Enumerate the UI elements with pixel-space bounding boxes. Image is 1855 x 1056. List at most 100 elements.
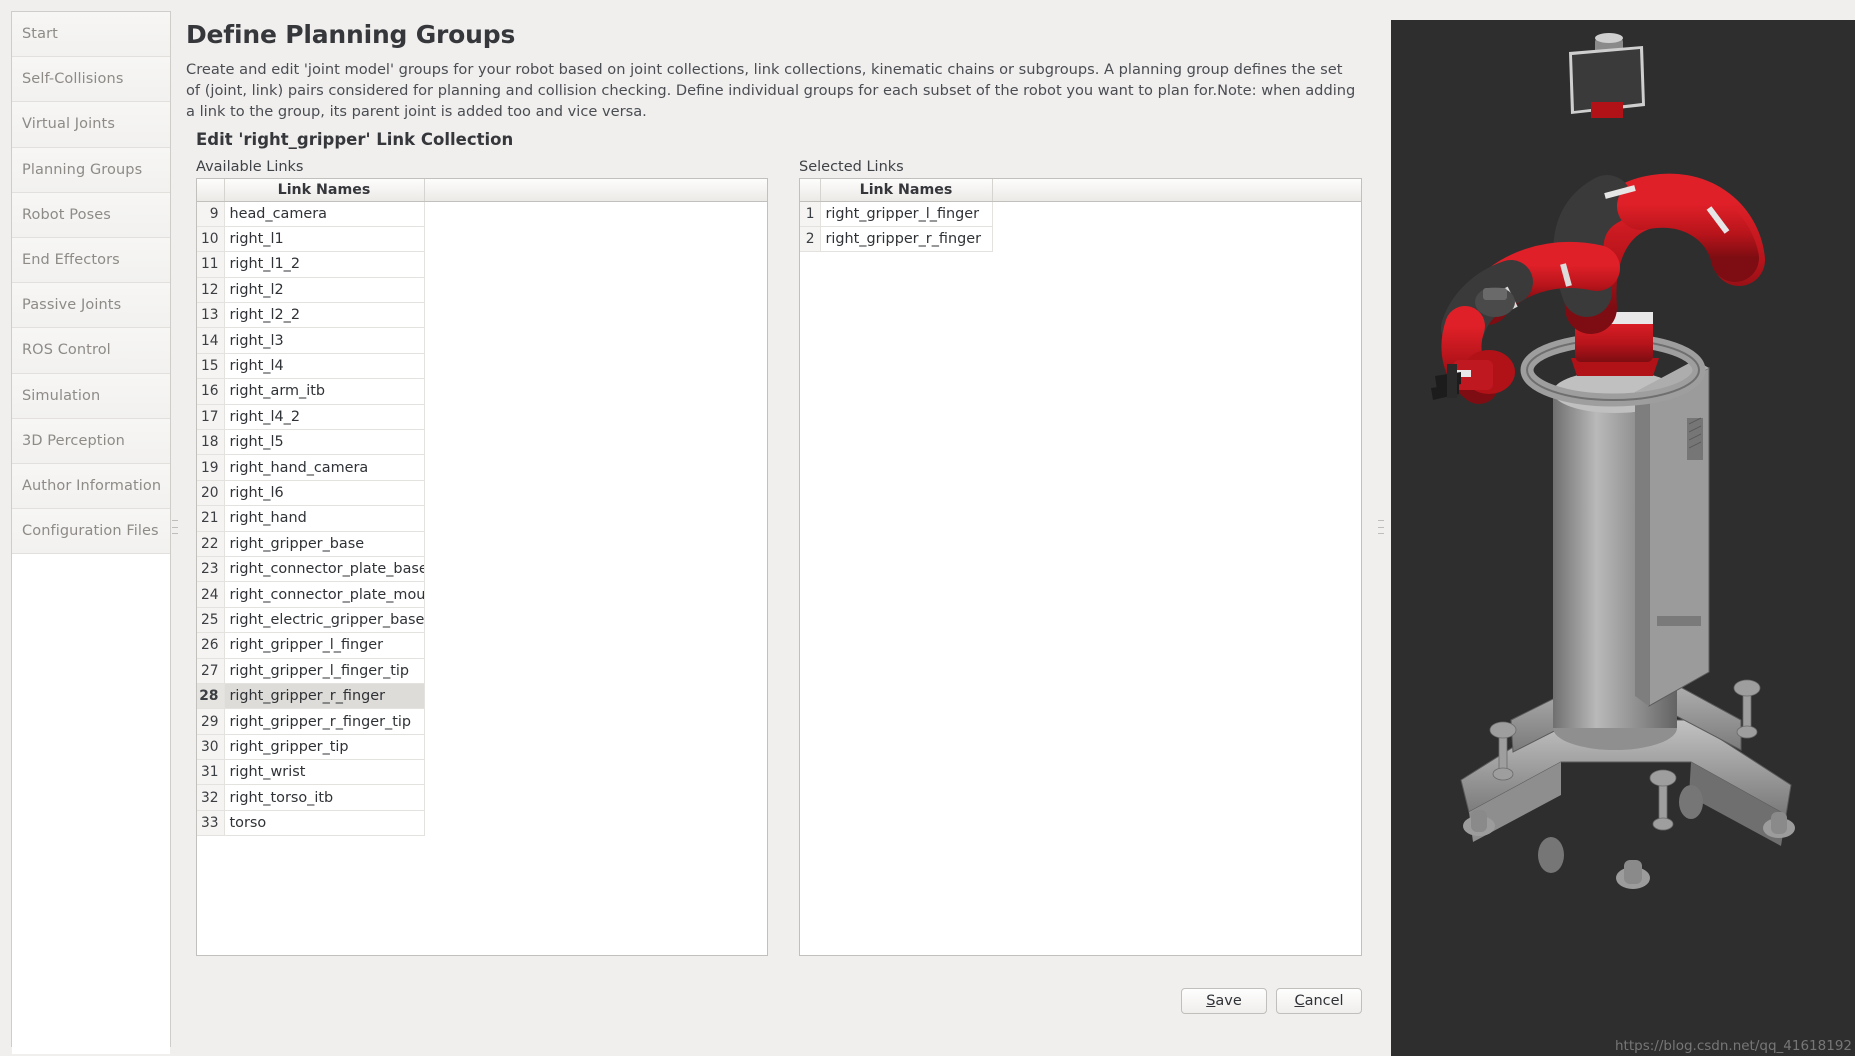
sidebar-item-ros-control[interactable]: ROS Control xyxy=(12,328,170,374)
page-description: Create and edit 'joint model' groups for… xyxy=(186,61,1356,120)
sidebar-item-author-information[interactable]: Author Information xyxy=(12,463,170,510)
table-row[interactable]: 20 right_l6 xyxy=(197,480,767,507)
table-row[interactable]: 14 right_l3 xyxy=(197,327,767,354)
sidebar-item-3d-perception[interactable]: 3D Perception xyxy=(12,418,170,464)
sidebar-item-self-collisions[interactable]: Self-Collisions xyxy=(12,57,170,103)
selected-links-table[interactable]: Link Names 1 right_gripper_l_finger 2 right… xyxy=(800,179,1361,253)
sidebar-splitter-handle[interactable] xyxy=(172,520,178,534)
link-name-cell[interactable]: right_gripper_r_finger xyxy=(820,226,993,253)
row-filler-cell xyxy=(424,378,767,405)
selected-links-panel[interactable]: Link Names 1 right_gripper_l_finger 2 right… xyxy=(799,178,1362,956)
sidebar-item-virtual-joints[interactable]: Virtual Joints xyxy=(12,102,170,148)
row-filler-cell xyxy=(424,531,767,557)
sidebar-item-robot-poses[interactable]: Robot Poses xyxy=(12,192,170,238)
link-name-cell[interactable]: right_torso_itb xyxy=(224,784,425,811)
table-row[interactable]: 15 right_l4 xyxy=(197,353,767,380)
row-number: 17 xyxy=(197,404,225,431)
link-name-cell[interactable]: right_gripper_l_finger xyxy=(224,632,425,659)
table-row[interactable]: 19 right_hand_camera xyxy=(197,454,767,481)
table-row[interactable]: 32 right_torso_itb xyxy=(197,784,767,811)
row-number: 20 xyxy=(197,480,225,507)
viewport-splitter-handle[interactable] xyxy=(1378,520,1384,534)
row-number: 26 xyxy=(197,632,225,659)
link-name-cell[interactable]: head_camera xyxy=(224,201,425,227)
watermark-text: https://blog.csdn.net/qq_41618192 xyxy=(1614,1038,1852,1054)
table-row[interactable]: 30 right_gripper_tip xyxy=(197,734,767,761)
link-name-cell[interactable]: right_gripper_tip xyxy=(224,734,425,761)
table-row[interactable]: 24 right_connector_plate_mount xyxy=(197,581,767,608)
link-name-cell[interactable]: right_l4_2 xyxy=(224,404,425,431)
table-row[interactable]: 13 right_l2_2 xyxy=(197,302,767,329)
sidebar-item-simulation[interactable]: Simulation xyxy=(12,373,170,419)
link-name-cell[interactable]: right_connector_plate_base xyxy=(224,556,425,583)
row-number-header xyxy=(197,179,225,202)
cancel-rest: ancel xyxy=(1304,993,1344,1009)
table-row[interactable]: 31 right_wrist xyxy=(197,759,767,786)
link-name-cell[interactable]: right_connector_plate_mount xyxy=(224,581,425,608)
robot-3d-viewport[interactable]: https://blog.csdn.net/qq_41618192 xyxy=(1391,20,1855,1056)
table-row[interactable]: 17 right_l4_2 xyxy=(197,404,767,431)
table-row[interactable]: 16 right_arm_itb xyxy=(197,378,767,405)
sidebar-item-label: End Effectors xyxy=(22,252,120,269)
table-row-selected[interactable]: 28 right_gripper_r_finger xyxy=(197,683,767,710)
row-filler-cell xyxy=(424,404,767,430)
link-name-cell[interactable]: right_l2 xyxy=(224,277,425,304)
link-name-cell[interactable]: right_l4 xyxy=(224,353,425,380)
cancel-button[interactable]: Cancel xyxy=(1276,988,1362,1014)
sidebar-item-end-effectors[interactable]: End Effectors xyxy=(12,237,170,284)
link-name-cell[interactable]: right_gripper_l_finger xyxy=(820,201,993,227)
table-row[interactable]: 11 right_l1_2 xyxy=(197,251,767,278)
table-row[interactable]: 23 right_connector_plate_base xyxy=(197,556,767,583)
setup-assistant-window: Start Self-Collisions Virtual Joints Pla… xyxy=(0,0,1855,1056)
table-row[interactable]: 18 right_l5 xyxy=(197,429,767,456)
row-filler-cell xyxy=(424,708,767,735)
table-row[interactable]: 2 right_gripper_r_finger xyxy=(800,226,1361,253)
link-name-cell[interactable]: right_l1_2 xyxy=(224,251,425,278)
table-row[interactable]: 12 right_l2 xyxy=(197,277,767,304)
sidebar-item-passive-joints[interactable]: Passive Joints xyxy=(12,283,170,329)
link-name-cell[interactable]: right_arm_itb xyxy=(224,378,425,405)
link-name-cell[interactable]: right_hand_camera xyxy=(224,454,425,481)
link-name-cell[interactable]: right_gripper_r_finger xyxy=(224,683,425,710)
link-name-cell[interactable]: right_l1 xyxy=(224,226,425,253)
link-name-cell[interactable]: right_l2_2 xyxy=(224,302,425,329)
main-content: Define Planning Groups Create and edit '… xyxy=(186,0,1391,1056)
link-name-cell[interactable]: right_gripper_base xyxy=(224,531,425,557)
link-name-cell[interactable]: right_wrist xyxy=(224,759,425,786)
row-number: 19 xyxy=(197,454,225,481)
collection-title: Edit 'right_gripper' Link Collection xyxy=(196,130,514,149)
table-row[interactable]: 1 right_gripper_l_finger xyxy=(800,201,1361,227)
link-name-cell[interactable]: right_l3 xyxy=(224,327,425,354)
sidebar-item-label: Robot Poses xyxy=(22,206,111,223)
link-name-cell[interactable]: right_l5 xyxy=(224,429,425,456)
sidebar-item-configuration-files[interactable]: Configuration Files xyxy=(12,509,170,555)
available-links-table[interactable]: Link Names 9 head_camera 10 right_l1 11 right… xyxy=(197,179,767,837)
table-row[interactable]: 21 right_hand xyxy=(197,505,767,532)
action-button-row: Save Cancel xyxy=(186,988,1362,1014)
table-row[interactable]: 22 right_gripper_base xyxy=(197,531,767,557)
row-number: 25 xyxy=(197,607,225,634)
link-name-cell[interactable]: right_gripper_r_finger_tip xyxy=(224,708,425,735)
sidebar-item-start[interactable]: Start xyxy=(12,12,170,58)
link-name-cell[interactable]: right_electric_gripper_base xyxy=(224,607,425,634)
save-button[interactable]: Save xyxy=(1181,988,1267,1014)
link-name-cell[interactable]: right_gripper_l_finger_tip xyxy=(224,658,425,684)
table-row[interactable]: 33 torso xyxy=(197,810,767,837)
selected-links-body[interactable]: 1 right_gripper_l_finger 2 right_gripper_r_… xyxy=(800,201,1361,253)
row-filler-cell xyxy=(424,581,767,608)
table-row[interactable]: 25 right_electric_gripper_base xyxy=(197,607,767,634)
link-name-cell[interactable]: right_hand xyxy=(224,505,425,532)
table-row[interactable]: 10 right_l1 xyxy=(197,226,767,253)
row-filler-cell xyxy=(992,201,1361,227)
table-row[interactable]: 27 right_gripper_l_finger_tip xyxy=(197,658,767,684)
row-number: 21 xyxy=(197,505,225,532)
table-row[interactable]: 26 right_gripper_l_finger xyxy=(197,632,767,659)
table-row[interactable]: 29 right_gripper_r_finger_tip xyxy=(197,708,767,735)
row-filler-cell xyxy=(424,759,767,785)
link-name-cell[interactable]: right_l6 xyxy=(224,480,425,507)
table-row[interactable]: 9 head_camera xyxy=(197,201,767,227)
sidebar-item-planning-groups[interactable]: Planning Groups xyxy=(12,147,170,193)
available-links-body[interactable]: 9 head_camera 10 right_l1 11 right_l1_2 12 righ… xyxy=(197,201,767,837)
available-links-panel[interactable]: Link Names 9 head_camera 10 right_l1 11 right… xyxy=(196,178,768,956)
link-name-cell[interactable]: torso xyxy=(224,810,425,837)
